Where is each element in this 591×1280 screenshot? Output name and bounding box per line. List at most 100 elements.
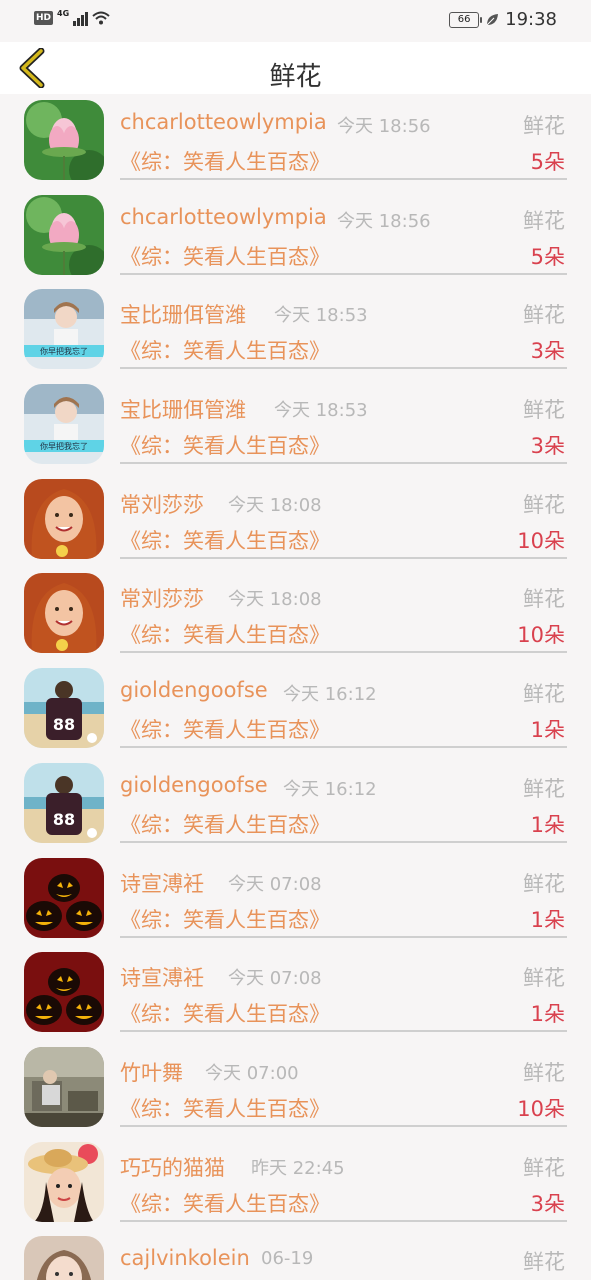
divider [120,556,567,559]
svg-text:88: 88 [53,715,75,734]
avatar[interactable]: 88 [24,762,104,843]
flower-count: 5朵 [530,150,565,174]
divider [120,462,567,465]
book-title[interactable]: 《综：笑看人生百态》 [120,146,330,176]
gift-time: 今天 07:08 [228,873,322,895]
list-item[interactable]: 竹叶舞 今天 07:00 鲜花 《综：笑看人生百态》 10朵 [0,1041,591,1136]
gift-time: 今天 18:08 [228,589,322,611]
flower-count: 10朵 [517,528,565,553]
user-name[interactable]: 竹叶舞 [120,1057,183,1087]
list-item[interactable]: 你早把我忘了 宝比珊佴管潍 今天 18:53 鲜花 《综：笑看人生百态》 3朵 [0,283,591,378]
gift-time: 今天 07:08 [228,968,322,990]
network-type: 4G [57,8,70,18]
user-name[interactable]: 宝比珊佴管潍 [120,299,246,329]
book-title[interactable]: 《综：笑看人生百态》 [120,1093,330,1123]
flower-count: 1朵 [530,907,565,932]
user-name[interactable]: 宝比珊佴管潍 [120,394,246,424]
list-item[interactable]: 88 gioldengoofse 今天 16:12 鲜花 《综：笑看人生百态》 … [0,662,591,757]
user-name[interactable]: 巧巧的猫猫 [120,1152,225,1182]
divider [120,178,567,180]
gift-time: 今天 18:56 [337,210,431,232]
book-title[interactable]: 《综：笑看人生百态》 [120,619,330,649]
divider [120,367,567,370]
gift-time: 今天 16:12 [283,684,377,706]
book-title[interactable]: 《综：笑看人生百态》 [120,335,330,365]
gift-type: 鲜花 [523,1250,565,1275]
svg-text:88: 88 [53,810,75,829]
list-item[interactable]: 诗宣溥衽 今天 07:08 鲜花 《综：笑看人生百态》 1朵 [0,946,591,1041]
list-item[interactable]: 诗宣溥衽 今天 07:08 鲜花 《综：笑看人生百态》 1朵 [0,852,591,947]
gift-type: 鲜花 [523,966,565,991]
flower-count: 1朵 [530,812,565,837]
book-title[interactable]: 《综：笑看人生百态》 [120,714,330,744]
list-item[interactable]: chcarlotteowlympia 今天 18:56 鲜花 《综：笑看人生百态… [0,94,591,189]
avatar[interactable] [24,1141,104,1222]
user-name[interactable]: cajlvinkolein [120,1246,250,1270]
hd-indicator: HD [34,11,54,25]
book-title[interactable]: 《综：笑看人生百态》 [120,430,330,460]
gift-time: 今天 18:53 [274,305,368,327]
user-name[interactable]: 常刘莎莎 [120,583,204,613]
list-item[interactable]: chcarlotteowlympia 今天 18:56 鲜花 《综：笑看人生百态… [0,189,591,284]
avatar[interactable] [24,1046,104,1127]
divider [120,935,567,938]
avatar[interactable]: 你早把我忘了 [24,384,104,465]
book-title[interactable]: 《综：笑看人生百态》 [120,809,330,839]
gift-time: 昨天 22:45 [251,1157,345,1179]
list-item[interactable]: 巧巧的猫猫 昨天 22:45 鲜花 《综：笑看人生百态》 3朵 [0,1136,591,1231]
list-item[interactable]: 常刘莎莎 今天 18:08 鲜花 《综：笑看人生百态》 10朵 [0,567,591,662]
avatar[interactable] [24,100,104,180]
avatar[interactable]: 你早把我忘了 [24,289,104,370]
book-title[interactable]: 《综：笑看人生百态》 [120,904,330,934]
divider [120,651,567,654]
divider [120,1219,567,1222]
gift-time: 今天 18:08 [228,494,322,516]
flower-count: 3朵 [530,1191,565,1216]
flower-count: 10朵 [517,1096,565,1121]
book-title[interactable]: 《综：笑看人生百态》 [120,998,330,1028]
flower-count: 5朵 [530,244,565,269]
svg-text:你早把我忘了: 你早把我忘了 [40,346,88,356]
flower-count: 3朵 [530,339,565,364]
list-item[interactable]: cajlvinkolein 06-19 鲜花 [0,1230,591,1280]
user-name[interactable]: chcarlotteowlympia [120,205,327,229]
flower-list: chcarlotteowlympia 今天 18:56 鲜花 《综：笑看人生百态… [0,94,591,1280]
gift-time: 今天 18:56 [337,116,431,137]
gift-type: 鲜花 [523,776,565,801]
book-title[interactable]: 《综：笑看人生百态》 [120,241,330,271]
gift-type: 鲜花 [523,1060,565,1085]
avatar[interactable] [24,1236,104,1280]
user-name[interactable]: 常刘莎莎 [120,489,204,519]
gift-time: 今天 18:53 [274,400,368,422]
avatar[interactable] [24,194,104,275]
gift-type: 鲜花 [523,492,565,517]
avatar[interactable] [24,857,104,938]
flower-count: 1朵 [530,718,565,743]
list-item[interactable]: 常刘莎莎 今天 18:08 鲜花 《综：笑看人生百态》 10朵 [0,473,591,568]
user-name[interactable]: 诗宣溥衽 [120,962,204,992]
gift-type: 鲜花 [523,871,565,896]
wifi-icon [92,11,110,25]
avatar[interactable] [24,478,104,559]
book-title[interactable]: 《综：笑看人生百态》 [120,1188,330,1218]
list-item[interactable]: 88 gioldengoofse 今天 16:12 鲜花 《综：笑看人生百态》 … [0,757,591,852]
status-left: HD 4G [34,8,110,26]
divider [120,840,567,843]
status-bar: HD 4G 66 19:38 [0,0,591,42]
divider [120,746,567,749]
user-name[interactable]: gioldengoofse [120,678,268,702]
clock: 19:38 [505,9,557,30]
avatar[interactable] [24,952,104,1033]
book-title[interactable]: 《综：笑看人生百态》 [120,525,330,555]
flower-count: 1朵 [530,1002,565,1027]
user-name[interactable]: gioldengoofse [120,773,268,797]
avatar[interactable] [24,573,104,654]
avatar[interactable]: 88 [24,668,104,749]
user-name[interactable]: 诗宣溥衽 [120,868,204,898]
status-right: 66 19:38 [449,9,557,30]
user-name[interactable]: chcarlotteowlympia [120,110,327,134]
leaf-icon [486,13,499,25]
list-item[interactable]: 你早把我忘了 宝比珊佴管潍 今天 18:53 鲜花 《综：笑看人生百态》 3朵 [0,378,591,473]
title-bar: 鲜花 [0,42,591,94]
svg-text:你早把我忘了: 你早把我忘了 [40,441,88,451]
